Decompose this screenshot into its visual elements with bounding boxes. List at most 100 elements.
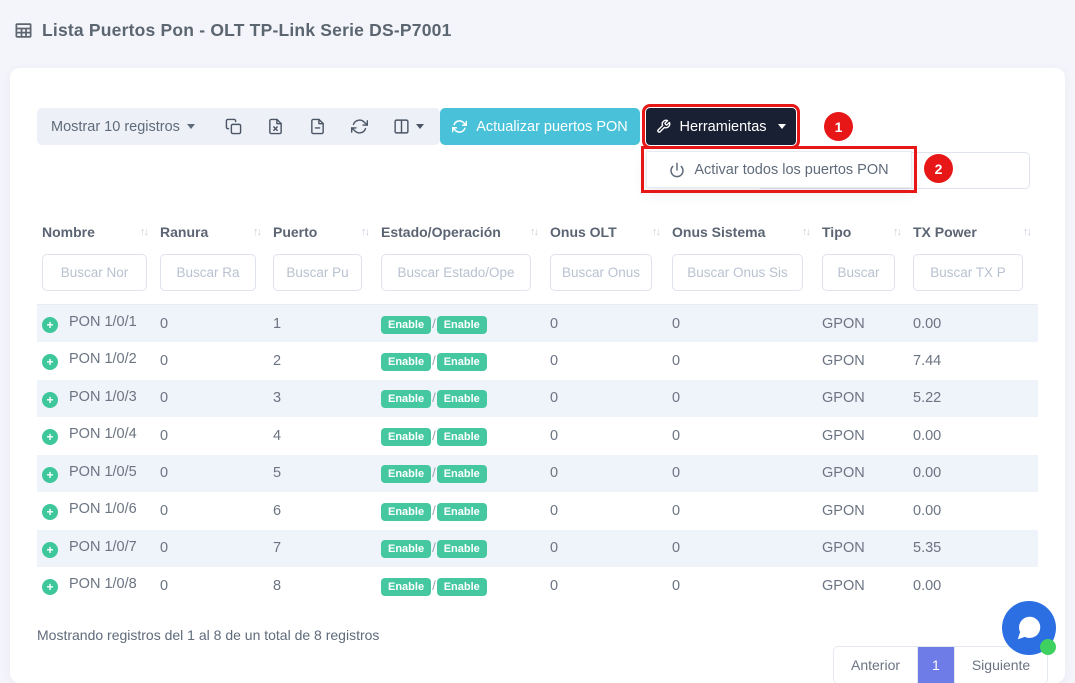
port-name: PON 1/0/7	[69, 538, 137, 555]
datatable-toolbar: Mostrar 10 registros	[37, 108, 440, 145]
puerto-cell: 6	[273, 502, 282, 519]
column-header-3[interactable]: Estado/Operación ↑↓	[376, 212, 545, 252]
column-label: Puerto	[273, 224, 318, 240]
refresh-button[interactable]	[350, 118, 368, 135]
filter-input-1[interactable]	[160, 254, 256, 291]
column-header-2[interactable]: Puerto ↑↓	[268, 212, 376, 252]
estado-badge: Enable	[381, 427, 432, 446]
filter-input-6[interactable]	[822, 254, 895, 291]
activate-all-pon-ports-menu-item[interactable]: Activar todos los puertos PON	[647, 152, 911, 187]
filter-input-4[interactable]	[550, 254, 652, 291]
onus-olt-cell: 0	[550, 465, 559, 482]
estado-operacion-cell: Enable / Enable	[376, 530, 545, 568]
tx-power-cell: 0.00	[913, 427, 942, 444]
column-label: TX Power	[913, 224, 977, 240]
activate-all-label: Activar todos los puertos PON	[694, 161, 889, 178]
expand-row-button[interactable]: +	[42, 429, 58, 446]
excel-export-button[interactable]	[267, 118, 284, 135]
tx-power-cell: 7.44	[913, 352, 942, 369]
tipo-cell: GPON	[822, 465, 865, 482]
table-row: + PON 1/0/8 0 8 Enable / Enable 0 0 GPON 0.…	[37, 567, 1038, 605]
sort-icon[interactable]: ↑↓	[140, 226, 149, 238]
onus-sistema-cell: 0	[672, 540, 681, 557]
update-button-label: Actualizar puertos PON	[476, 118, 628, 135]
tx-power-cell: 5.22	[913, 390, 942, 407]
filter-input-3[interactable]	[381, 254, 531, 291]
port-name: PON 1/0/3	[69, 388, 137, 405]
expand-row-button[interactable]: +	[42, 466, 58, 483]
estado-operacion-cell: Enable / Enable	[376, 455, 545, 493]
file-icon	[311, 118, 324, 135]
onus-sistema-cell: 0	[672, 465, 681, 482]
sort-icon[interactable]: ↑↓	[253, 226, 262, 238]
pagination-previous[interactable]: Anterior	[834, 647, 918, 683]
estado-badge: Enable	[381, 390, 432, 409]
onus-olt-cell: 0	[550, 315, 559, 332]
column-header-7[interactable]: TX Power ↑↓	[908, 212, 1038, 252]
onus-olt-cell: 0	[550, 352, 559, 369]
column-label: Onus Sistema	[672, 224, 766, 240]
puerto-cell: 5	[273, 465, 282, 482]
sort-icon[interactable]: ↑↓	[530, 226, 539, 238]
port-name: PON 1/0/2	[69, 351, 137, 368]
tx-power-cell: 0.00	[913, 315, 942, 332]
expand-row-button[interactable]: +	[42, 391, 58, 408]
copy-button[interactable]	[225, 118, 242, 135]
table-icon	[15, 23, 32, 38]
tipo-cell: GPON	[822, 577, 865, 594]
port-name: PON 1/0/6	[69, 501, 137, 518]
operacion-badge: Enable	[436, 465, 487, 484]
show-entries-label: Mostrar 10 registros	[51, 118, 180, 135]
copy-icon	[225, 118, 242, 135]
expand-row-button[interactable]: +	[42, 317, 58, 333]
expand-row-button[interactable]: +	[42, 541, 58, 558]
expand-row-button[interactable]: +	[42, 504, 58, 521]
column-header-5[interactable]: Onus Sistema ↑↓	[667, 212, 817, 252]
export-buttons-group	[225, 118, 424, 135]
refresh-icon	[452, 120, 468, 133]
page-title: Lista Puertos Pon - OLT TP-Link Serie DS…	[42, 20, 452, 40]
tipo-cell: GPON	[822, 352, 865, 369]
filter-input-5[interactable]	[672, 254, 803, 291]
table-row: + PON 1/0/5 0 5 Enable / Enable 0 0 GPON 0.…	[37, 454, 1038, 493]
update-pon-ports-button[interactable]: Actualizar puertos PON	[440, 108, 640, 145]
records-info: Mostrando registros del 1 al 8 de un tot…	[37, 627, 380, 643]
estado-badge: Enable	[381, 577, 432, 596]
estado-operacion-cell: Enable / Enable	[376, 417, 545, 455]
operacion-badge: Enable	[436, 390, 487, 409]
chevron-down-icon	[186, 124, 195, 129]
pagination-page-1[interactable]: 1	[917, 647, 954, 683]
pon-ports-table: Nombre ↑↓ Ranura ↑↓ Puerto ↑↓ Estado/Operación…	[37, 212, 1038, 605]
annotation-badge-2: 2	[924, 154, 953, 183]
sort-icon[interactable]: ↑↓	[893, 226, 902, 238]
column-header-4[interactable]: Onus OLT ↑↓	[545, 212, 667, 252]
expand-row-button[interactable]: +	[42, 354, 58, 371]
expand-row-button[interactable]: +	[42, 579, 58, 596]
filter-input-7[interactable]	[913, 254, 1023, 291]
sort-icon[interactable]: ↑↓	[802, 226, 811, 238]
show-entries-dropdown[interactable]: Mostrar 10 registros	[51, 119, 195, 135]
estado-badge: Enable	[381, 502, 432, 521]
filter-input-0[interactable]	[42, 254, 147, 291]
chat-bubble-icon	[1017, 616, 1041, 640]
table-row: + PON 1/0/4 0 4 Enable / Enable 0 0 GPON 0.…	[37, 417, 1038, 455]
file-export-button[interactable]	[309, 118, 326, 135]
column-label: Ranura	[160, 224, 209, 240]
sort-icon[interactable]: ↑↓	[361, 226, 370, 238]
table-row: + PON 1/0/3 0 3 Enable / Enable 0 0 GPON 5.…	[37, 379, 1038, 417]
column-header-1[interactable]: Ranura ↑↓	[155, 212, 268, 252]
column-visibility-button[interactable]	[393, 118, 424, 135]
sort-icon[interactable]: ↑↓	[1023, 226, 1032, 238]
estado-operacion-cell: Enable / Enable	[376, 567, 545, 605]
table-row: + PON 1/0/2 0 2 Enable / Enable 0 0 GPON 7.…	[37, 342, 1038, 380]
onus-sistema-cell: 0	[672, 577, 681, 594]
tx-power-cell: 5.35	[913, 540, 942, 557]
tools-dropdown-button[interactable]: Herramientas	[642, 104, 800, 149]
filter-input-2[interactable]	[273, 254, 362, 291]
sort-icon[interactable]: ↑↓	[652, 226, 661, 238]
port-name: PON 1/0/8	[69, 576, 137, 593]
column-header-0[interactable]: Nombre ↑↓	[37, 212, 155, 252]
operacion-badge: Enable	[436, 540, 487, 559]
column-header-6[interactable]: Tipo ↑↓	[817, 212, 908, 252]
excel-file-icon	[269, 118, 282, 135]
